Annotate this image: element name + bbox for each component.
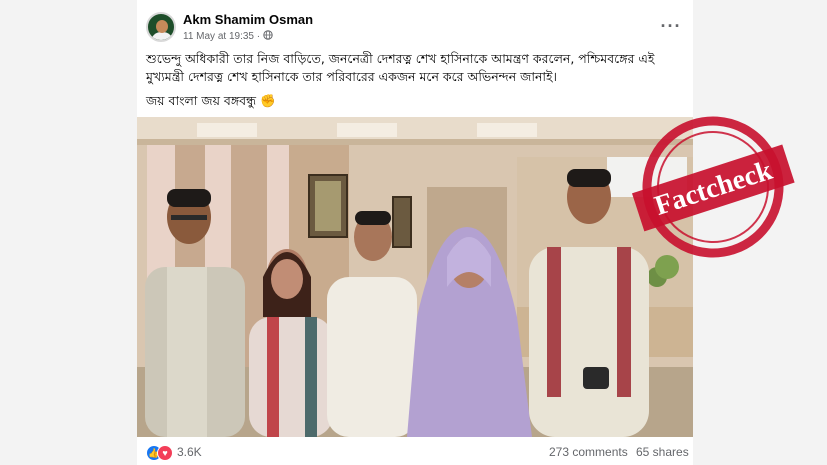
shares-count[interactable]: 65 shares <box>636 445 689 459</box>
globe-icon <box>263 30 273 40</box>
ellipsis-icon[interactable]: ··· <box>659 14 683 38</box>
post-body: শুভেন্দু অধিকারী তার নিজ বাড়িতে, জননেত্… <box>146 50 686 116</box>
reaction-count[interactable]: 3.6K <box>177 445 202 459</box>
author-name[interactable]: Akm Shamim Osman <box>183 12 313 27</box>
facebook-post-card: Akm Shamim Osman 11 May at 19:35 · ··· শ… <box>137 0 693 465</box>
post-slogan: জয় বাংলা জয় বঙ্গবন্ধু ✊ <box>146 93 276 108</box>
post-header: Akm Shamim Osman 11 May at 19:35 · ··· <box>137 0 693 44</box>
reaction-icons[interactable]: 👍 ♥ <box>146 445 176 461</box>
left-margin <box>0 0 137 465</box>
timestamp-text: 11 May at 19:35 · <box>183 31 263 42</box>
factcheck-stamp: Factcheck <box>631 116 795 258</box>
post-timestamp[interactable]: 11 May at 19:35 · <box>183 30 273 42</box>
post-text-paragraph: শুভেন্দু অধিকারী তার নিজ বাড়িতে, জননেত্… <box>146 51 655 84</box>
avatar-face <box>156 20 168 33</box>
factcheck-stamp-text: Factcheck <box>651 155 776 222</box>
comments-count[interactable]: 273 comments <box>549 445 628 459</box>
post-footer: 👍 ♥ 3.6K 273 comments 65 shares <box>137 437 693 465</box>
love-icon: ♥ <box>157 445 173 461</box>
author-avatar[interactable] <box>146 12 176 42</box>
avatar-shoulders <box>151 32 173 40</box>
post-photo[interactable] <box>137 117 693 437</box>
